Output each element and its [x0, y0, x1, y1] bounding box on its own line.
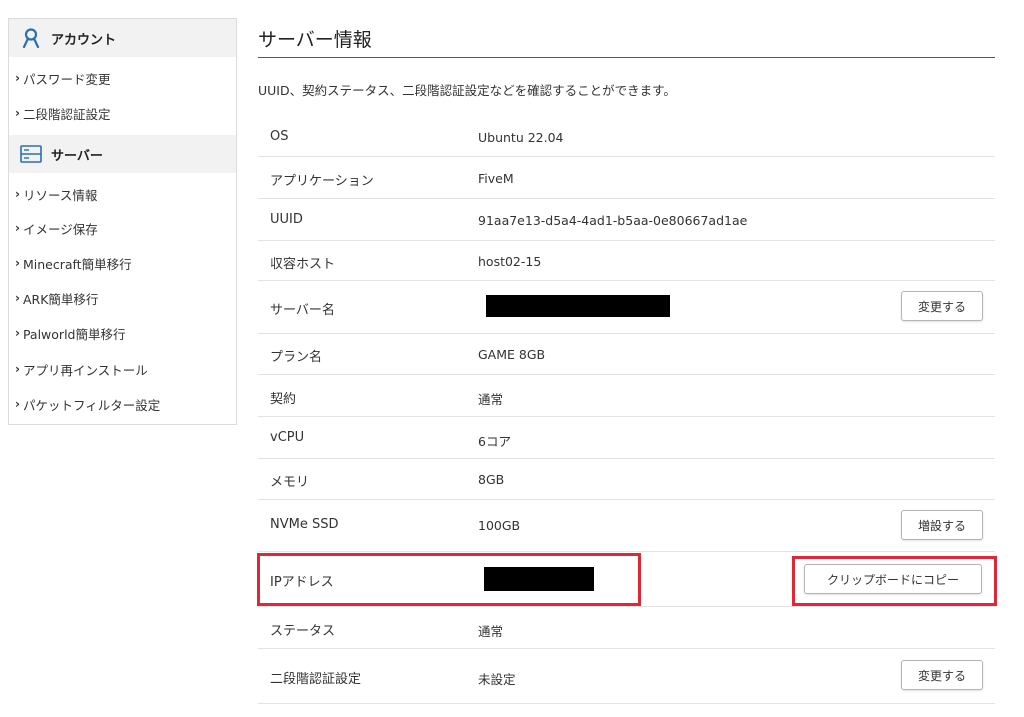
chevron-right-icon: ›	[15, 291, 20, 305]
info-row-os: OS Ubuntu 22.04	[258, 117, 995, 157]
page-description: UUID、契約ステータス、二段階認証設定などを確認することができます。	[258, 83, 676, 98]
chevron-right-icon: ›	[15, 362, 20, 376]
sidebar-item-two-factor[interactable]: › 二段階認証設定	[15, 98, 110, 128]
row-value: 通常	[478, 392, 504, 407]
row-label: 収容ホスト	[270, 257, 336, 272]
info-row-server-name: サーバー名 変更する	[258, 281, 995, 334]
row-label: vCPU	[270, 430, 305, 445]
sidebar-item-palworld-migration[interactable]: › Palworld簡単移行	[15, 318, 125, 348]
sidebar-item-label: 二段階認証設定	[22, 106, 111, 122]
chevron-right-icon: ›	[15, 71, 20, 85]
info-row-plan: プラン名 GAME 8GB	[258, 334, 995, 375]
copy-to-clipboard-button[interactable]: クリップボードにコピー	[804, 564, 982, 594]
sidebar-section-title-account: アカウント	[51, 32, 117, 48]
sidebar-item-password-change[interactable]: › パスワード変更	[15, 63, 110, 93]
row-value: 6コア	[478, 434, 511, 449]
sidebar-item-packet-filter[interactable]: › パケットフィルター設定	[15, 389, 160, 419]
info-row-host: 収容ホスト host02-15	[258, 241, 995, 281]
sidebar-item-app-reinstall[interactable]: › アプリ再インストール	[15, 354, 148, 384]
change-two-factor-button[interactable]: 変更する	[901, 660, 983, 690]
row-value: GAME 8GB	[478, 347, 546, 362]
row-label: IPアドレス	[270, 575, 334, 590]
sidebar-item-label: ARK簡単移行	[22, 291, 99, 307]
row-label: サーバー名	[270, 303, 335, 318]
sidebar-header-server: サーバー	[9, 135, 236, 173]
row-label: 二段階認証設定	[270, 672, 362, 687]
row-label: UUID	[270, 212, 303, 227]
row-value: 8GB	[478, 472, 505, 487]
row-value: 未設定	[478, 672, 516, 687]
row-label: NVMe SSD	[270, 517, 339, 532]
user-icon	[20, 28, 42, 49]
server-icon	[20, 144, 42, 164]
sidebar-item-label: Palworld簡単移行	[22, 326, 126, 342]
sidebar-section-title-server: サーバー	[51, 148, 103, 164]
sidebar-item-ark-migration[interactable]: › ARK簡単移行	[15, 283, 98, 313]
change-server-name-button[interactable]: 変更する	[901, 291, 983, 321]
sidebar-header-account: アカウント	[9, 19, 236, 57]
sidebar-item-minecraft-migration[interactable]: › Minecraft簡単移行	[15, 248, 132, 278]
info-row-two-factor: 二段階認証設定 未設定 変更する	[258, 649, 995, 704]
row-label: 契約	[270, 392, 297, 407]
info-row-nvme-ssd: NVMe SSD 100GB 増設する	[258, 500, 995, 552]
info-row-memory: メモリ 8GB	[258, 459, 995, 500]
info-row-application: アプリケーション FiveM	[258, 157, 995, 199]
row-value: 100GB	[478, 518, 521, 533]
chevron-right-icon: ›	[15, 256, 20, 270]
row-value: FiveM	[478, 171, 514, 186]
row-label: プラン名	[270, 350, 323, 365]
chevron-right-icon: ›	[15, 106, 20, 120]
row-label: OS	[270, 129, 289, 144]
sidebar-item-label: アプリ再インストール	[22, 362, 148, 378]
row-value: 通常	[478, 624, 504, 639]
chevron-right-icon: ›	[15, 397, 20, 411]
row-value: host02-15	[478, 254, 542, 269]
row-value: 91aa7e13-d5a4-4ad1-b5aa-0e80667ad1ae	[478, 213, 748, 228]
row-label: メモリ	[270, 475, 310, 490]
info-row-contract: 契約 通常	[258, 375, 995, 417]
sidebar-item-image-save[interactable]: › イメージ保存	[15, 213, 98, 243]
sidebar-item-label: パスワード変更	[22, 71, 111, 87]
info-row-ip-address: IPアドレス クリップボードにコピー	[258, 552, 995, 607]
row-label: ステータス	[270, 624, 336, 639]
sidebar-item-label: パケットフィルター設定	[22, 397, 161, 413]
info-row-vcpu: vCPU 6コア	[258, 417, 995, 459]
sidebar-item-label: イメージ保存	[22, 221, 98, 237]
sidebar-item-label: リソース情報	[22, 187, 98, 203]
chevron-right-icon: ›	[15, 221, 20, 235]
info-row-uuid: UUID 91aa7e13-d5a4-4ad1-b5aa-0e80667ad1a…	[258, 199, 995, 241]
redacted-server-name	[486, 295, 670, 317]
row-label: アプリケーション	[270, 174, 374, 189]
redacted-ip-address	[484, 567, 594, 591]
sidebar-item-resource-info[interactable]: › リソース情報	[15, 179, 97, 209]
chevron-right-icon: ›	[15, 326, 20, 340]
row-value: Ubuntu 22.04	[478, 130, 564, 145]
page-title: サーバー情報	[258, 29, 372, 51]
title-divider	[258, 57, 995, 58]
sidebar: アカウント › パスワード変更 › 二段階認証設定 サーバー › リソース情報 …	[8, 18, 237, 425]
info-row-status: ステータス 通常	[258, 607, 995, 649]
chevron-right-icon: ›	[15, 187, 20, 201]
expand-storage-button[interactable]: 増設する	[901, 510, 983, 540]
sidebar-item-label: Minecraft簡単移行	[22, 256, 132, 272]
